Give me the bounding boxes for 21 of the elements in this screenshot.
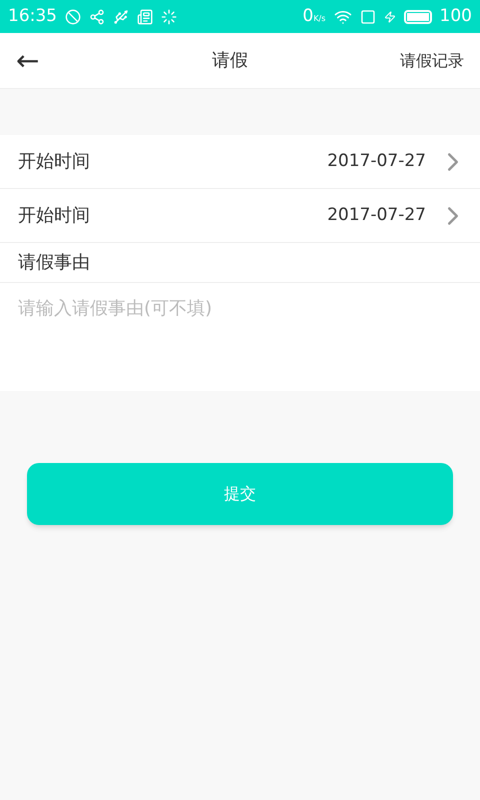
date-value: 2017-07-27	[327, 204, 426, 227]
clock: 16:35	[8, 4, 57, 28]
date-row[interactable]: 开始时间 2017-07-27	[0, 189, 480, 243]
share-icon	[89, 8, 105, 24]
reason-field[interactable]: 请输入请假事由(可不填)	[0, 283, 480, 391]
news-icon	[137, 8, 153, 24]
battery-level: 100	[440, 4, 472, 28]
page-title: 请假	[211, 49, 249, 73]
blocked-icon	[65, 8, 81, 24]
date-value: 2017-07-27	[327, 150, 426, 173]
sim-icon	[360, 8, 376, 24]
battery-icon	[404, 10, 432, 24]
net-speed: 0K/s	[302, 4, 326, 28]
reason-label: 请假事由	[18, 251, 90, 275]
back-button[interactable]: ←	[16, 40, 76, 82]
usb-icon	[113, 8, 129, 24]
row-label: 开始时间	[18, 204, 91, 228]
row-label: 开始时间	[18, 150, 91, 174]
leave-records-link[interactable]: 请假记录	[384, 48, 464, 72]
date-row[interactable]: 开始时间 2017-07-27	[0, 135, 480, 189]
charging-icon	[384, 10, 396, 22]
